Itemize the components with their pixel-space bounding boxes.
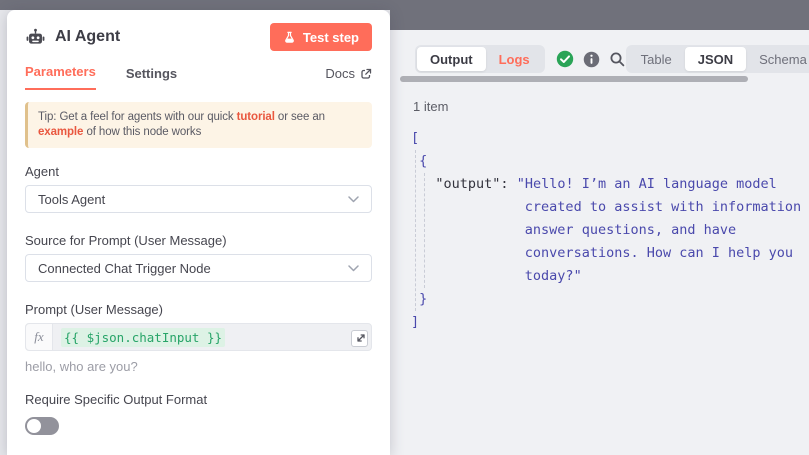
output-format-label: Require Specific Output Format (25, 392, 372, 407)
expression-input[interactable]: {{ $json.chatInput }} (53, 324, 371, 350)
json-code: [ { "output": "Hello! I’m an AI language… (411, 127, 809, 334)
source-field-group: Source for Prompt (User Message) Connect… (25, 233, 372, 282)
fx-badge: fx (26, 324, 53, 350)
overlay-backdrop-right (390, 0, 809, 30)
tip-text: or see an (275, 111, 325, 123)
chevron-down-icon (348, 196, 359, 203)
output-logs-switch: Output Logs (415, 45, 545, 73)
output-panel: Output Logs Table JSON Schema 1 item [ {… (388, 30, 809, 455)
search-icon[interactable] (609, 51, 626, 68)
flask-icon (283, 31, 296, 44)
expression-value: {{ $json.chatInput }} (61, 328, 225, 347)
robot-icon (25, 27, 46, 48)
expression-preview: hello, who are you? (25, 359, 372, 374)
node-settings-panel: AI Agent Test step Parameters Settings D… (7, 10, 390, 455)
tab-schema[interactable]: Schema (746, 47, 809, 71)
indent-guide (415, 150, 416, 311)
chevron-down-icon (348, 265, 359, 272)
tip-callout: Tip: Get a feel for agents with our quic… (25, 102, 372, 148)
indent-guide (424, 173, 425, 288)
output-format-field-group: Require Specific Output Format (25, 392, 372, 435)
agent-select[interactable]: Tools Agent (25, 185, 372, 213)
agent-field-group: Agent Tools Agent (25, 164, 372, 213)
tab-logs[interactable]: Logs (486, 47, 543, 71)
example-link[interactable]: example (38, 126, 83, 138)
prompt-label: Prompt (User Message) (25, 302, 372, 317)
tip-text: of how this node works (83, 126, 201, 138)
prompt-field-group: Prompt (User Message) fx {{ $json.chatIn… (25, 302, 372, 374)
tab-parameters[interactable]: Parameters (25, 64, 96, 90)
toggle-knob (27, 419, 41, 433)
node-tabs: Parameters Settings Docs (25, 60, 372, 90)
items-count: 1 item (413, 99, 809, 114)
source-select[interactable]: Connected Chat Trigger Node (25, 254, 372, 282)
tab-json[interactable]: JSON (685, 47, 746, 71)
source-label: Source for Prompt (User Message) (25, 233, 372, 248)
prompt-expression-field[interactable]: fx {{ $json.chatInput }} (25, 323, 372, 351)
json-viewer: [ { "output": "Hello! I’m an AI language… (411, 127, 809, 334)
node-header: AI Agent Test step (25, 22, 372, 52)
expand-expression-icon[interactable] (351, 330, 368, 347)
agent-label: Agent (25, 164, 372, 179)
tip-text: Tip: Get a feel for agents with our quic… (38, 111, 237, 123)
info-icon[interactable] (583, 51, 600, 68)
node-title: AI Agent (55, 28, 120, 46)
output-format-toggle[interactable] (25, 417, 59, 435)
tutorial-link[interactable]: tutorial (237, 111, 275, 123)
test-step-button[interactable]: Test step (270, 23, 372, 51)
tab-output[interactable]: Output (417, 47, 486, 71)
success-check-icon (556, 50, 574, 68)
test-step-label: Test step (303, 30, 359, 45)
tab-settings[interactable]: Settings (126, 66, 177, 90)
docs-label: Docs (325, 66, 355, 81)
source-selected-value: Connected Chat Trigger Node (38, 261, 211, 276)
external-link-icon (360, 68, 372, 80)
horizontal-scrollbar[interactable] (400, 76, 748, 82)
output-panel-header: Output Logs Table JSON Schema (388, 30, 809, 73)
output-status-icons (556, 50, 626, 68)
tab-table[interactable]: Table (628, 47, 685, 71)
docs-link[interactable]: Docs (325, 66, 372, 90)
view-mode-switch: Table JSON Schema (626, 45, 809, 73)
agent-selected-value: Tools Agent (38, 192, 105, 207)
